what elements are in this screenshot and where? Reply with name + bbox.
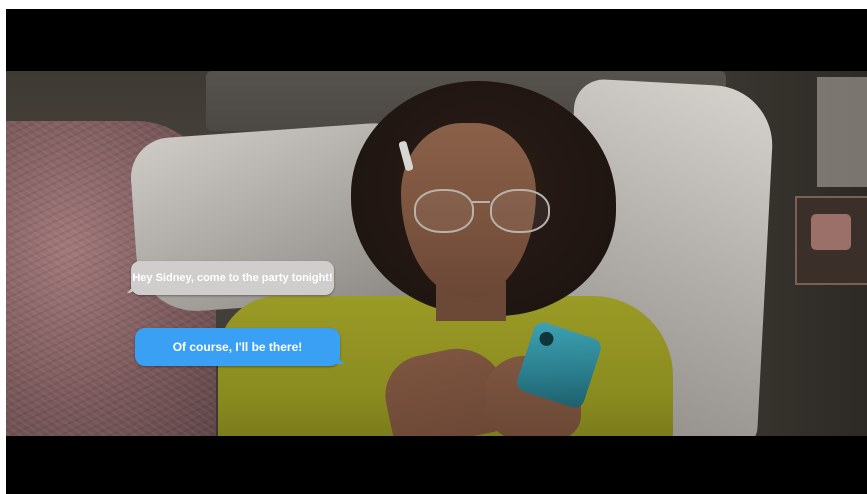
received-message-bubble: Hey Sidney, come to the party tonight!	[131, 261, 334, 295]
wall-calendar	[817, 77, 867, 187]
video-still	[6, 9, 867, 494]
phone-camera	[537, 330, 556, 348]
video-frame: Hey Sidney, come to the party tonight! O…	[0, 0, 867, 494]
bedroom-scene	[6, 71, 867, 436]
sent-message-bubble: Of course, I'll be there!	[135, 328, 340, 366]
letterbox-bottom	[6, 436, 867, 494]
nightstand	[795, 196, 867, 285]
glasses	[414, 189, 554, 233]
letterbox-top	[6, 9, 867, 71]
tissue-box	[811, 214, 851, 250]
